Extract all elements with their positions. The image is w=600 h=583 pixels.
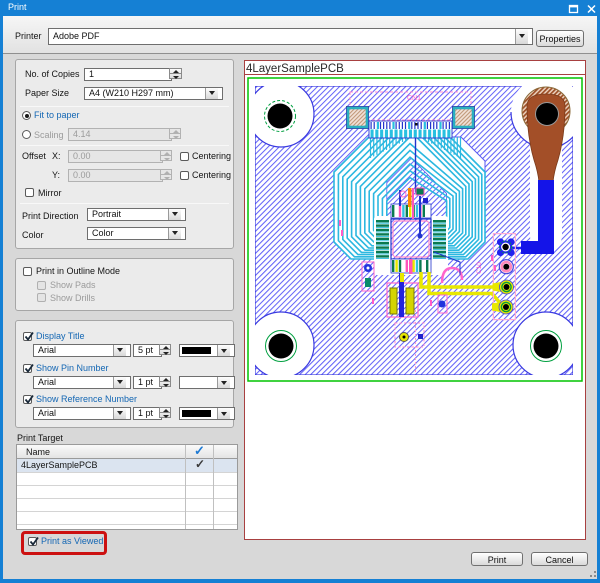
svg-text:4LayerSamplePCB: 4LayerSamplePCB	[246, 63, 344, 75]
svg-text:C10: C10	[476, 262, 483, 274]
svg-text:CN1: CN1	[407, 95, 421, 102]
